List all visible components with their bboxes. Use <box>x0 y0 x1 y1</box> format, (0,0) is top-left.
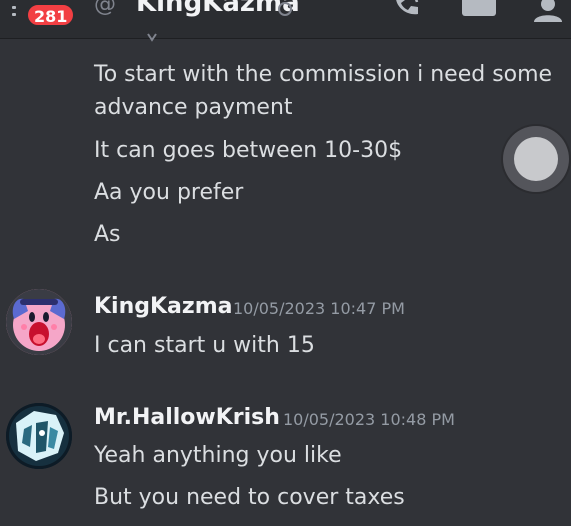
channel-header: 281 @ KingKazma <box>0 0 571 39</box>
floating-assistive-button[interactable] <box>503 126 569 192</box>
message-text: But you need to cover taxes <box>94 485 405 510</box>
message-text: As <box>94 222 121 247</box>
avatar[interactable] <box>6 289 72 355</box>
kirby-avatar-icon <box>6 289 72 355</box>
video-call-icon[interactable] <box>462 0 496 18</box>
channel-title[interactable]: KingKazma <box>136 0 300 18</box>
message-text: It can goes between 10-30$ <box>94 138 403 163</box>
at-icon: @ <box>94 0 116 17</box>
anime-character-avatar-icon <box>6 403 72 469</box>
message-text: advance payment <box>94 95 293 120</box>
message-timestamp: 10/05/2023 10:48 PM <box>283 410 455 429</box>
message-text: Aa you prefer <box>94 180 244 205</box>
floating-button-core <box>514 137 558 181</box>
message-text: Yeah anything you like <box>94 443 342 468</box>
menu-icon[interactable] <box>12 2 26 22</box>
message-text: I can start u with 15 <box>94 333 315 358</box>
cropped-text-fragment <box>147 33 157 42</box>
voice-call-icon[interactable] <box>392 0 420 22</box>
avatar[interactable] <box>6 403 72 469</box>
message-text: To start with the commission i need some <box>94 62 553 87</box>
status-offline-icon <box>278 2 292 16</box>
message-timestamp: 10/05/2023 10:47 PM <box>233 299 405 318</box>
message-author[interactable]: KingKazma <box>94 294 232 319</box>
unread-badge: 281 <box>26 3 76 27</box>
message-author[interactable]: Mr.HallowKrish <box>94 405 280 430</box>
members-icon[interactable] <box>530 0 566 22</box>
